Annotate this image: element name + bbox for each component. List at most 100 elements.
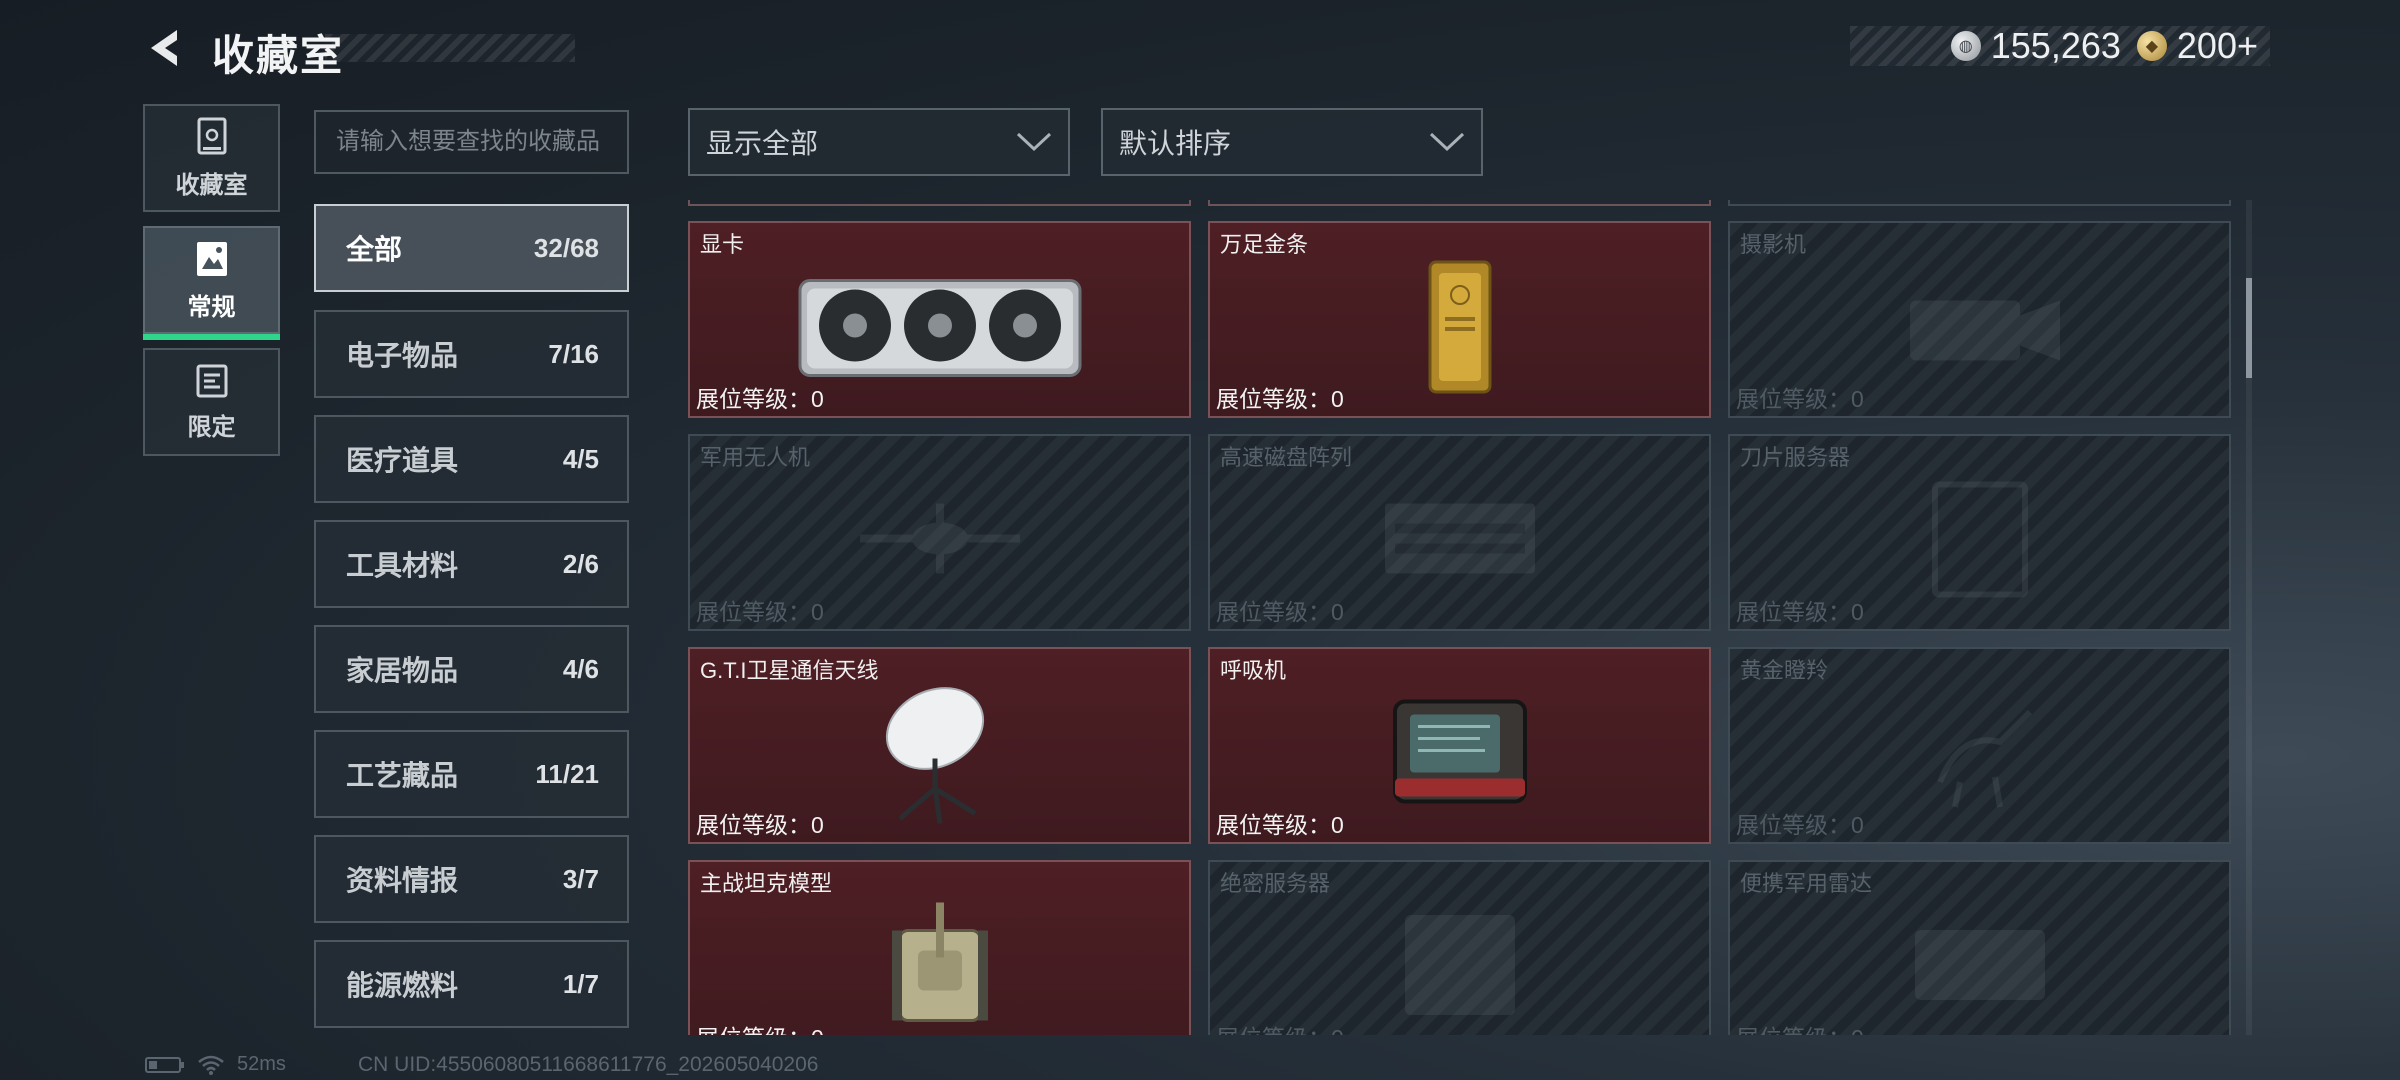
- search-input[interactable]: [336, 128, 607, 156]
- status-bar: 52ms: [145, 1053, 286, 1076]
- grid-scroll-thumb[interactable]: [2246, 278, 2252, 378]
- blade-server-icon: [1931, 481, 2028, 597]
- category-label: 工艺藏品: [346, 760, 459, 791]
- battery-icon: [145, 1056, 184, 1073]
- category-label: 工具材料: [346, 550, 459, 581]
- currency-bar: ◍ 155,263 ◆ 200+: [1850, 25, 2270, 67]
- collection-card-satellite-antenna[interactable]: G.T.I卫星通信天线 展位等级：0: [688, 647, 1191, 844]
- category-crafts[interactable]: 工艺藏品 11/21: [314, 730, 629, 818]
- back-arrow-icon: [151, 30, 177, 66]
- collection-card-golden-gazelle[interactable]: 黄金瞪羚 展位等级：0: [1728, 647, 2231, 844]
- display-level: 展位等级：0: [696, 812, 824, 838]
- collection-grid: 显卡 展位等级：0 万足金条 展位等级：0 摄影机 展位等级：0 军用无人机 展…: [688, 200, 2233, 1035]
- player-uid: CN UID:45506080511668611776_202605040206: [358, 1053, 819, 1076]
- gold-currency[interactable]: ◆ 200+: [2136, 25, 2258, 67]
- title-decoration: [325, 34, 575, 62]
- item-name: 便携军用雷达: [1740, 871, 1873, 896]
- category-household[interactable]: 家居物品 4/6: [314, 625, 629, 713]
- gold-coin-icon: ◆: [2136, 31, 2167, 61]
- collection-card-gpu[interactable]: 显卡 展位等级：0: [688, 221, 1191, 418]
- display-level: 展位等级：0: [1216, 386, 1344, 412]
- display-level: 展位等级：0: [696, 386, 824, 412]
- gpu-icon: [798, 278, 1081, 377]
- silver-currency[interactable]: ◍ 155,263: [1950, 25, 2121, 67]
- limited-icon: [196, 364, 227, 397]
- gazelle-icon: [1936, 709, 2032, 808]
- server-icon: [1404, 914, 1515, 1015]
- display-level: 展位等级：0: [1736, 599, 1864, 625]
- category-label: 资料情报: [346, 865, 459, 896]
- collection-card-military-drone[interactable]: 军用无人机 展位等级：0: [688, 434, 1191, 631]
- item-name: 万足金条: [1220, 232, 1309, 257]
- category-count: 7/16: [548, 338, 599, 369]
- back-button[interactable]: [140, 24, 190, 72]
- category-count: 32/68: [533, 232, 599, 263]
- gold-bar-icon: [1428, 260, 1491, 393]
- item-name: 摄影机: [1740, 232, 1807, 257]
- item-name: 绝密服务器: [1220, 871, 1331, 896]
- category-label: 能源燃料: [346, 970, 459, 1001]
- category-all[interactable]: 全部 32/68: [314, 204, 629, 292]
- ventilator-icon: [1392, 699, 1527, 803]
- rail-item-limited[interactable]: 限定: [143, 348, 280, 456]
- sort-label: 默认排序: [1119, 128, 1232, 159]
- collection-card-blade-server[interactable]: 刀片服务器 展位等级：0: [1728, 434, 2231, 631]
- category-count: 11/21: [535, 758, 599, 789]
- category-label: 医疗道具: [346, 445, 459, 476]
- collection-card-gold-bar[interactable]: 万足金条 展位等级：0: [1208, 221, 1711, 418]
- rail-item-label: 限定: [187, 413, 236, 441]
- item-name: 主战坦克模型: [700, 871, 833, 896]
- active-indicator: [143, 334, 280, 340]
- display-level: 展位等级：0: [696, 599, 824, 625]
- category-fuel[interactable]: 能源燃料 1/7: [314, 940, 629, 1028]
- category-intel[interactable]: 资料情报 3/7: [314, 835, 629, 923]
- display-level: 展位等级：0: [1216, 599, 1344, 625]
- rail-item-collection-room[interactable]: 收藏室: [143, 104, 280, 212]
- item-name: 显卡: [700, 232, 745, 257]
- silver-currency-value: 155,263: [1990, 25, 2121, 66]
- item-name: 高速磁盘阵列: [1220, 445, 1353, 470]
- category-count: 4/5: [562, 443, 599, 474]
- category-count: 2/6: [562, 548, 599, 579]
- item-name: 呼吸机: [1220, 658, 1287, 683]
- collection-card-disk-array[interactable]: 高速磁盘阵列 展位等级：0: [1208, 434, 1711, 631]
- ping-value: 52ms: [237, 1053, 286, 1075]
- item-name: 刀片服务器: [1740, 445, 1851, 470]
- cabinet-icon: [197, 117, 226, 154]
- display-level: 展位等级：0: [1736, 1019, 1864, 1035]
- display-filter-label: 显示全部: [706, 128, 819, 159]
- display-filter-dropdown[interactable]: 显示全部: [688, 108, 1070, 176]
- rail-item-label: 收藏室: [175, 171, 248, 199]
- silver-coin-icon: ◍: [1950, 31, 1981, 61]
- item-name: 黄金瞪羚: [1740, 658, 1829, 683]
- category-count: 1/7: [562, 968, 599, 999]
- display-level: 展位等级：0: [1736, 812, 1864, 838]
- chevron-down-icon: [1016, 132, 1052, 152]
- category-count: 4/6: [562, 653, 599, 684]
- gold-currency-value: 200+: [2176, 25, 2258, 66]
- category-count: 3/7: [562, 863, 599, 894]
- category-label: 家居物品: [346, 655, 459, 686]
- disk-array-icon: [1384, 503, 1535, 573]
- chevron-down-icon: [1429, 132, 1465, 152]
- drone-icon: [859, 503, 1020, 573]
- collection-card-camera[interactable]: 摄影机 展位等级：0: [1728, 221, 2231, 418]
- category-tools[interactable]: 工具材料 2/6: [314, 520, 629, 608]
- category-label: 全部: [346, 234, 403, 265]
- tank-icon: [891, 902, 988, 1022]
- category-label: 电子物品: [346, 340, 459, 371]
- camera-icon: [1909, 300, 2060, 360]
- collection-card-portable-radar[interactable]: 便携军用雷达 展位等级：0: [1728, 860, 2231, 1035]
- collection-card-ventilator[interactable]: 呼吸机 展位等级：0: [1208, 647, 1711, 844]
- sort-dropdown[interactable]: 默认排序: [1101, 108, 1483, 176]
- collection-card-tank-model[interactable]: 主战坦克模型 展位等级：0: [688, 860, 1191, 1035]
- rail-item-regular[interactable]: 常规: [143, 226, 280, 340]
- collection-card-top-secret-server[interactable]: 绝密服务器 展位等级：0: [1208, 860, 1711, 1035]
- search-box[interactable]: [314, 110, 629, 174]
- picture-icon: [196, 241, 227, 276]
- category-electronics[interactable]: 电子物品 7/16: [314, 310, 629, 398]
- display-level: 展位等级：0: [1216, 812, 1344, 838]
- display-level: 展位等级：0: [1216, 1019, 1344, 1035]
- wifi-icon: [198, 1055, 224, 1075]
- category-medical[interactable]: 医疗道具 4/5: [314, 415, 629, 503]
